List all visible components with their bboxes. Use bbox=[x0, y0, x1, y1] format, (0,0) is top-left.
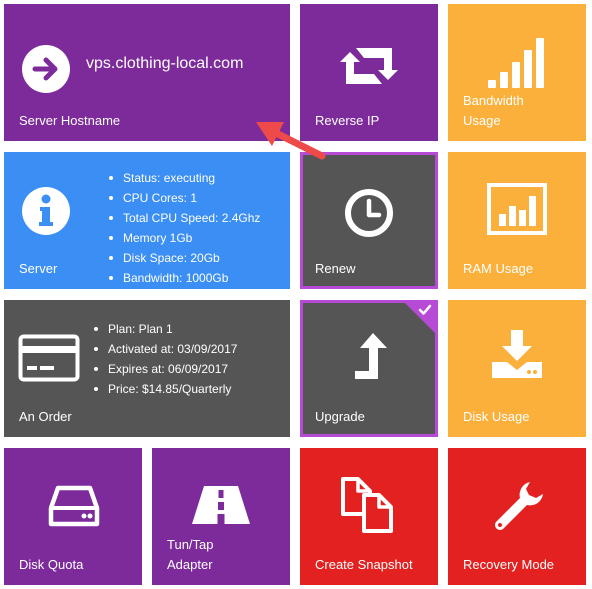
tun-tap-label-line2: Adapter bbox=[167, 557, 213, 572]
server-tile[interactable]: Status: executing CPU Cores: 1 Total CPU… bbox=[4, 152, 290, 289]
disk-usage-label: Disk Usage bbox=[463, 409, 530, 424]
server-detail: Status: executing bbox=[109, 168, 260, 188]
wrench-icon bbox=[495, 482, 543, 530]
server-detail: Total CPU Speed: 2.4Ghz bbox=[109, 208, 260, 228]
server-details: Status: executing CPU Cores: 1 Total CPU… bbox=[109, 168, 260, 288]
pointer-arrow-icon bbox=[256, 122, 326, 160]
server-hostname-value: vps.clothing-local.com bbox=[86, 55, 244, 72]
order-detail: Plan: Plan 1 bbox=[94, 319, 237, 339]
download-drive-icon bbox=[492, 330, 542, 378]
order-detail: Activated at: 03/09/2017 bbox=[94, 339, 237, 359]
renew-label: Renew bbox=[315, 261, 356, 276]
server-detail: CPU Cores: 1 bbox=[109, 188, 260, 208]
server-detail: Memory 1Gb bbox=[109, 228, 260, 248]
bandwidth-usage-label-line1: Bandwidth bbox=[463, 93, 524, 108]
arrow-right-circle-icon bbox=[22, 45, 70, 93]
bandwidth-usage-label-line2: Usage bbox=[463, 113, 501, 128]
upgrade-tile[interactable]: Upgrade bbox=[300, 300, 438, 437]
reverse-arrows-icon bbox=[340, 48, 398, 84]
server-detail: Disk Space: 20Gb bbox=[109, 248, 260, 268]
tun-tap-label-line1: Tun/Tap bbox=[167, 537, 214, 552]
bar-chart-icon bbox=[487, 183, 547, 235]
signal-bars-icon bbox=[488, 38, 544, 88]
disk-usage-tile[interactable]: Disk Usage bbox=[448, 300, 586, 437]
server-label: Server bbox=[19, 261, 58, 276]
ram-usage-tile[interactable]: RAM Usage bbox=[448, 152, 586, 289]
bandwidth-usage-tile[interactable]: Bandwidth Usage bbox=[448, 4, 586, 141]
ram-usage-label: RAM Usage bbox=[463, 261, 534, 276]
create-snapshot-label: Create Snapshot bbox=[315, 557, 413, 572]
clock-icon bbox=[345, 189, 393, 237]
upgrade-arrow-icon bbox=[355, 333, 387, 379]
recovery-mode-label: Recovery Mode bbox=[463, 557, 555, 572]
renew-tile[interactable]: Renew bbox=[300, 152, 438, 289]
server-hostname-tile[interactable]: vps.clothing-local.com Server Hostname bbox=[4, 4, 290, 141]
create-snapshot-tile[interactable]: Create Snapshot bbox=[300, 448, 438, 585]
copy-icon bbox=[341, 477, 393, 533]
upgrade-label: Upgrade bbox=[315, 409, 365, 424]
server-hostname-label: Server Hostname bbox=[19, 113, 121, 128]
tun-tap-adapter-tile[interactable]: Tun/Tap Adapter bbox=[152, 448, 290, 585]
credit-card-icon bbox=[18, 334, 80, 382]
bandwidth-usage-label: Bandwidth Usage bbox=[463, 91, 586, 131]
order-detail: Price: $14.85/Quarterly bbox=[94, 379, 237, 399]
road-icon bbox=[192, 486, 250, 524]
checkmark-icon bbox=[418, 304, 432, 315]
disk-quota-label: Disk Quota bbox=[19, 557, 84, 572]
order-detail: Expires at: 06/09/2017 bbox=[94, 359, 237, 379]
order-label: An Order bbox=[19, 409, 72, 424]
order-details: Plan: Plan 1 Activated at: 03/09/2017 Ex… bbox=[94, 319, 237, 399]
server-detail: Bandwidth: 1000Gb bbox=[109, 268, 260, 288]
hard-drive-icon bbox=[48, 485, 100, 527]
info-icon bbox=[22, 187, 70, 235]
recovery-mode-tile[interactable]: Recovery Mode bbox=[448, 448, 586, 585]
disk-quota-tile[interactable]: Disk Quota bbox=[4, 448, 142, 585]
tun-tap-adapter-label: Tun/Tap Adapter bbox=[167, 535, 290, 575]
order-tile[interactable]: Plan: Plan 1 Activated at: 03/09/2017 Ex… bbox=[4, 300, 290, 437]
